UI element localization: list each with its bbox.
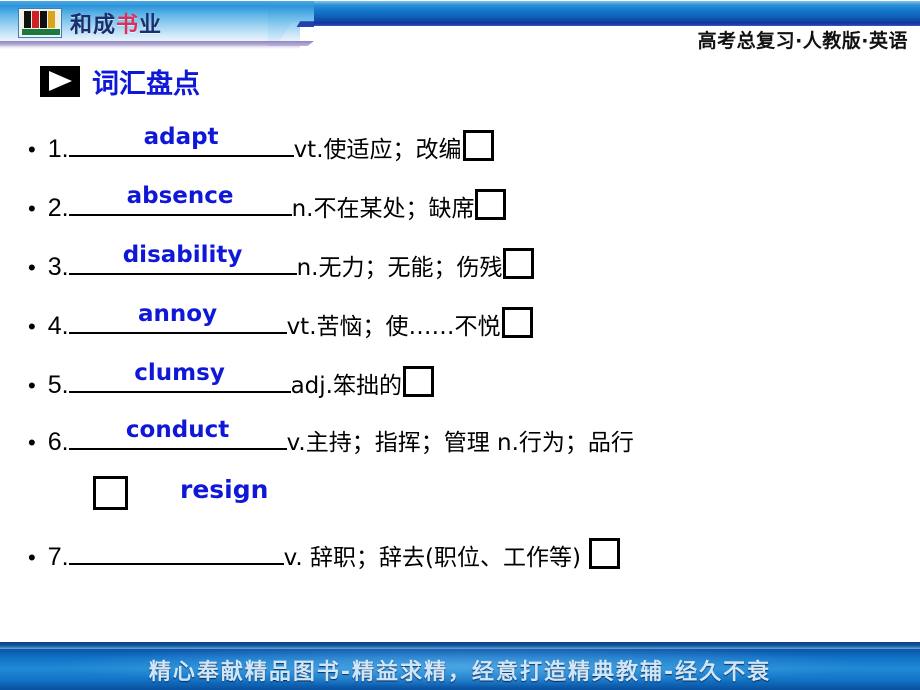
logo-bar-3 [40, 11, 47, 28]
list-bullet: • [28, 196, 36, 221]
definition-text: vt.使适应；改编 [293, 137, 462, 163]
status-checkbox[interactable] [93, 476, 128, 510]
logo-bar-4 [48, 11, 55, 28]
list-item: • 6. conduct v.主持；指挥；管理 n.行为；品行 [0, 413, 920, 472]
answer-blank[interactable]: absence [68, 183, 292, 216]
section-title-text: 词汇盘点 [92, 69, 200, 100]
answer-word: disability [122, 242, 243, 268]
page-footer: 精心奉献精品图书-精益求精，经意打造精典教辅-经久不衰 [0, 642, 920, 690]
answer-word: clumsy [134, 360, 225, 386]
header-underline-soft-shadow [0, 46, 300, 49]
definition-text: vt.苦恼；使……不悦 [286, 314, 501, 340]
brand-logo: 和成书业 [18, 7, 162, 39]
status-checkbox[interactable] [402, 366, 434, 397]
logo-bottom-strip [22, 29, 60, 35]
list-bullet: • [28, 314, 36, 339]
list-item: • 4. annoy vt.苦恼；使……不悦 [0, 295, 920, 354]
list-bullet: • [28, 137, 36, 162]
item-number: 6. [47, 428, 69, 456]
status-checkbox[interactable] [475, 189, 507, 220]
definition-text: v.主持；指挥；管理 n.行为；品行 [286, 430, 634, 456]
brand-logo-text: 和成书业 [70, 7, 162, 39]
list-item: • 7. v. 辞职；辞去(职位、工作等) [0, 530, 920, 589]
item-number: 2. [47, 194, 69, 222]
definition-text: adj.笨拙的 [290, 373, 402, 399]
answer-blank[interactable]: adapt [68, 124, 294, 157]
status-checkbox[interactable] [462, 130, 494, 161]
answer-word: conduct [125, 417, 230, 443]
footer-top-strip [0, 642, 920, 649]
list-bullet: • [28, 373, 36, 398]
list-item: • 5. clumsy adj.笨拙的 [0, 354, 920, 413]
answer-blank[interactable] [68, 536, 284, 565]
definition-text: n.无力；无能；伤残 [296, 255, 503, 281]
logo-bar-2 [32, 11, 39, 28]
brand-logo-text-left: 和成 [70, 13, 117, 38]
list-bullet: • [28, 255, 36, 280]
item-number: 4. [47, 312, 69, 340]
header-band-right [290, 1, 920, 22]
list-item: • 3. disability n.无力；无能；伤残 [0, 236, 920, 295]
item-number: 1. [47, 135, 69, 163]
item-number: 5. [47, 371, 69, 399]
status-checkbox[interactable] [501, 307, 533, 338]
definition-text: v. 辞职；辞去(职位、工作等) [283, 545, 581, 571]
brand-logo-text-accent: 书 [116, 13, 140, 38]
answer-blank[interactable]: clumsy [68, 360, 291, 393]
status-checkbox[interactable] [503, 248, 535, 279]
answer-blank[interactable]: annoy [68, 301, 287, 334]
answer-word: absence [126, 183, 234, 209]
answer-word: annoy [138, 301, 218, 327]
list-item: • 1. adapt vt.使适应；改编 [0, 118, 920, 177]
answer-blank[interactable]: conduct [68, 417, 287, 450]
logo-bar-1 [24, 11, 31, 28]
vocabulary-list: • 1. adapt vt.使适应；改编 • 2. absence n.不在某处… [0, 118, 920, 589]
list-item: • 2. absence n.不在某处；缺席 [0, 177, 920, 236]
item-number: 3. [47, 253, 69, 281]
list-bullet: • [28, 545, 36, 570]
header-subject-title: 高考总复习·人教版·英语 [697, 30, 908, 52]
answer-blank[interactable]: disability [68, 242, 297, 275]
wrapped-continuation-line: resign [0, 472, 920, 530]
item-number: 7. [47, 543, 69, 571]
definition-text: n.不在某处；缺席 [291, 196, 475, 222]
footer-slogan: 精心奉献精品图书-精益求精，经意打造精典教辅-经久不衰 [148, 659, 772, 685]
page-header: 和成书业 高考总复习·人教版·英语 [0, 0, 920, 58]
answer-word: resign [180, 475, 269, 504]
status-checkbox[interactable] [588, 538, 620, 569]
section-title: 词汇盘点 [40, 62, 200, 101]
play-triangle-icon [40, 66, 80, 97]
brand-logo-text-right: 业 [139, 13, 163, 38]
list-bullet: • [28, 430, 36, 455]
logo-mark-icon [18, 8, 62, 38]
answer-word: adapt [143, 124, 219, 150]
